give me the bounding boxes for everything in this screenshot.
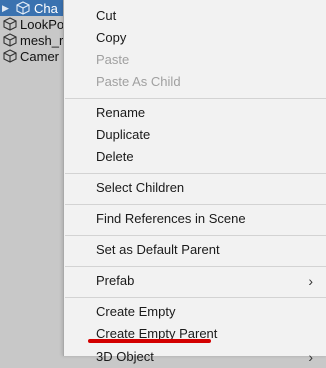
menu-separator: [65, 98, 326, 99]
menu-item-label: Prefab: [96, 273, 135, 288]
menu-item-label: Paste As Child: [96, 74, 181, 89]
expand-arrow-icon[interactable]: ▶: [2, 3, 9, 14]
menu-item-label: Find References in Scene: [96, 211, 246, 226]
hierarchy-item-label: LookPo: [20, 16, 65, 32]
menu-item-label: Rename: [96, 105, 146, 120]
menu-item-label: Select Children: [96, 180, 185, 195]
menu-item-paste-as-child: Paste As Child: [64, 71, 326, 93]
menu-item-copy[interactable]: Copy: [64, 27, 326, 49]
menu-item-label: Duplicate: [96, 127, 151, 142]
menu-item-label: Copy: [96, 30, 127, 45]
cube-icon: [3, 49, 17, 63]
menu-item-label: Set as Default Parent: [96, 242, 220, 257]
hierarchy-item-label: Camer: [20, 48, 60, 64]
cube-icon: [16, 1, 30, 15]
menu-item-3d-object[interactable]: 3D Object ›: [64, 346, 326, 368]
chevron-right-icon: ›: [308, 349, 313, 365]
menu-item-cut[interactable]: Cut: [64, 5, 326, 27]
menu-item-delete[interactable]: Delete: [64, 146, 326, 168]
menu-item-paste: Paste: [64, 49, 326, 71]
menu-item-prefab[interactable]: Prefab ›: [64, 270, 326, 292]
cube-icon: [3, 17, 17, 31]
menu-item-label: Delete: [96, 149, 134, 164]
hierarchy-item-label: mesh_r: [20, 32, 64, 48]
menu-item-find-references[interactable]: Find References in Scene: [64, 208, 326, 230]
chevron-right-icon: ›: [308, 273, 313, 289]
menu-item-label: Paste: [96, 52, 130, 67]
menu-item-label: Cut: [96, 8, 117, 23]
menu-separator: [65, 266, 326, 267]
menu-item-select-children[interactable]: Select Children: [64, 177, 326, 199]
menu-separator: [65, 297, 326, 298]
menu-separator: [65, 235, 326, 236]
context-menu: Cut Copy Paste Paste As Child Rename Dup…: [63, 0, 326, 365]
menu-separator: [65, 173, 326, 174]
menu-item-label: 3D Object: [96, 349, 154, 364]
menu-item-duplicate[interactable]: Duplicate: [64, 124, 326, 146]
menu-item-create-empty[interactable]: Create Empty: [64, 301, 326, 323]
menu-separator: [65, 204, 326, 205]
menu-item-set-default-parent[interactable]: Set as Default Parent: [64, 239, 326, 261]
cube-icon: [3, 33, 17, 47]
red-highlight-underline: [88, 339, 211, 343]
hierarchy-item-label: Cha: [34, 0, 58, 16]
menu-item-label: Create Empty: [96, 304, 176, 319]
menu-item-rename[interactable]: Rename: [64, 102, 326, 124]
